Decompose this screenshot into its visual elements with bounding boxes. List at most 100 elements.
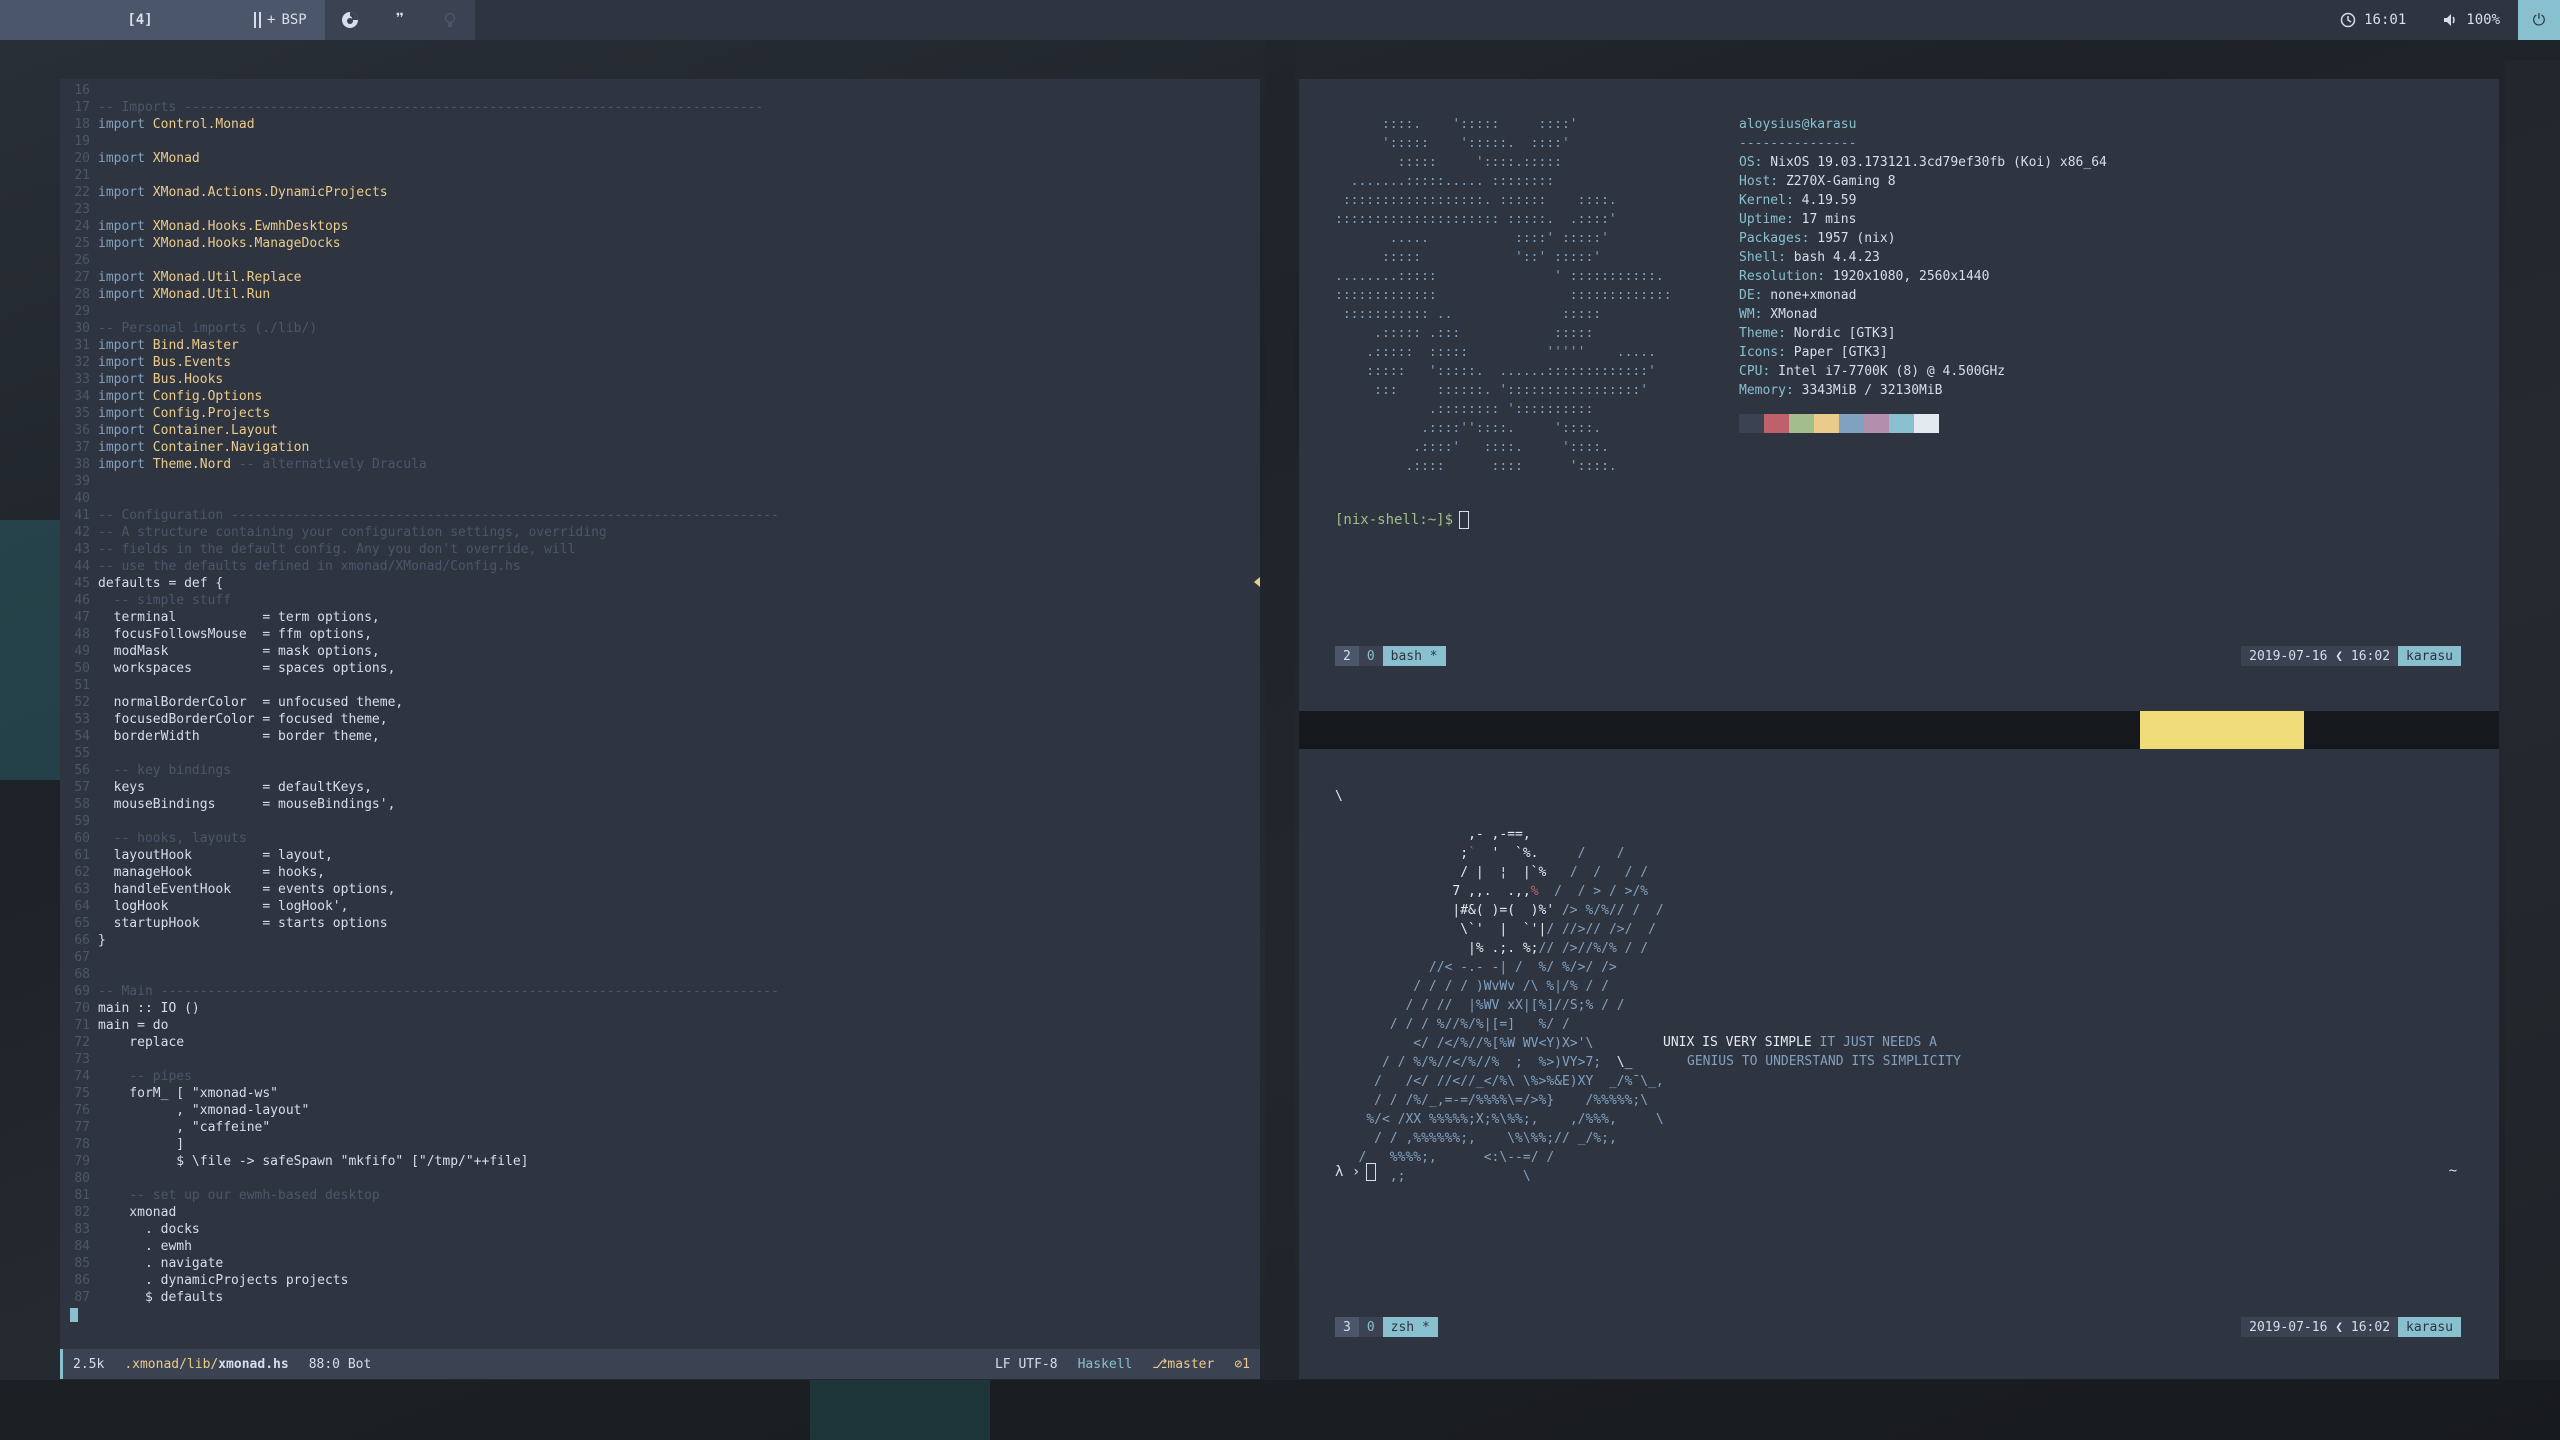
code-line[interactable]: 24 import XMonad.Hooks.EwmhDesktops: [60, 218, 1260, 235]
tmux-pane-index[interactable]: 0: [1358, 1317, 1383, 1337]
code-line[interactable]: 26: [60, 252, 1260, 269]
code-line[interactable]: 82 xmonad: [60, 1204, 1260, 1221]
code-line[interactable]: 75 forM_ [ "xmonad-ws": [60, 1085, 1260, 1102]
code-line[interactable]: 72 replace: [60, 1034, 1260, 1051]
code-line[interactable]: 23: [60, 201, 1260, 218]
code-line[interactable]: 36 import Container.Layout: [60, 422, 1260, 439]
code-line[interactable]: 83 . docks: [60, 1221, 1260, 1238]
layout-indicator[interactable]: + BSP: [240, 0, 325, 40]
code-line[interactable]: 37 import Container.Navigation: [60, 439, 1260, 456]
code-line[interactable]: 54 borderWidth = border theme,: [60, 728, 1260, 745]
tmux-window-name[interactable]: bash *: [1382, 646, 1446, 666]
terminal-zsh[interactable]: \ ,- ,-==, ;` ' `%. / / / | ¦ |`% / / / …: [1299, 749, 2499, 1379]
code-line[interactable]: 53 focusedBorderColor = focused theme,: [60, 711, 1260, 728]
code-line[interactable]: 81 -- set up our ewmh-based desktop: [60, 1187, 1260, 1204]
code-line[interactable]: 71 main = do: [60, 1017, 1260, 1034]
code-line[interactable]: 44 -- use the defaults defined in xmonad/…: [60, 558, 1260, 575]
code-line[interactable]: 52 normalBorderColor = unfocused theme,: [60, 694, 1260, 711]
code-line[interactable]: 29: [60, 303, 1260, 320]
code-line[interactable]: 38 import Theme.Nord -- alternatively Dra…: [60, 456, 1260, 473]
workspace-2[interactable]: 2: [40, 12, 80, 28]
code-line[interactable]: 79 $ \file -> safeSpawn "mkfifo" ["/tmp/…: [60, 1153, 1260, 1170]
code-line[interactable]: 17 -- Imports ---------------------------…: [60, 99, 1260, 116]
code-line[interactable]: 57 keys = defaultKeys,: [60, 779, 1260, 796]
code-line[interactable]: 47 terminal = term options,: [60, 609, 1260, 626]
workspace-5[interactable]: 5: [160, 12, 200, 28]
code-line[interactable]: 32 import Bus.Events: [60, 354, 1260, 371]
code-line[interactable]: 21: [60, 167, 1260, 184]
code-line[interactable]: 58 mouseBindings = mouseBindings',: [60, 796, 1260, 813]
code-line[interactable]: 50 workspaces = spaces options,: [60, 660, 1260, 677]
code-line[interactable]: 77 , "caffeine": [60, 1119, 1260, 1136]
shell-prompt[interactable]: [nix-shell:~]$: [1335, 511, 1470, 529]
workspace-6[interactable]: 6: [200, 12, 240, 28]
code-line[interactable]: 85 . navigate: [60, 1255, 1260, 1272]
workspace-1[interactable]: 1: [0, 12, 40, 28]
code-line[interactable]: 60 -- hooks, layouts: [60, 830, 1260, 847]
lightbulb-icon[interactable]: [425, 0, 475, 40]
volume[interactable]: 100%: [2424, 12, 2518, 28]
code-line[interactable]: 59: [60, 813, 1260, 830]
code-line[interactable]: 51: [60, 677, 1260, 694]
code-line[interactable]: 78 ]: [60, 1136, 1260, 1153]
code-line[interactable]: 19: [60, 133, 1260, 150]
code-line[interactable]: 80: [60, 1170, 1260, 1187]
line-text: -- Personal imports (./lib/): [98, 321, 318, 336]
code-line[interactable]: 30 -- Personal imports (./lib/): [60, 320, 1260, 337]
code-line[interactable]: 68: [60, 966, 1260, 983]
quote-icon[interactable]: ❞: [375, 0, 425, 40]
code-line[interactable]: 76 , "xmonad-layout": [60, 1102, 1260, 1119]
code-line[interactable]: 45 defaults = def {: [60, 575, 1260, 592]
code-line[interactable]: 62 manageHook = hooks,: [60, 864, 1260, 881]
code-line[interactable]: 34 import Config.Options: [60, 388, 1260, 405]
code-line[interactable]: 66}: [60, 932, 1260, 949]
code-line[interactable]: 84 . ewmh: [60, 1238, 1260, 1255]
code-line[interactable]: 65 startupHook = starts options: [60, 915, 1260, 932]
code-line[interactable]: 25 import XMonad.Hooks.ManageDocks: [60, 235, 1260, 252]
tmux-window-index[interactable]: 3: [1335, 1317, 1359, 1337]
code-line[interactable]: 46 -- simple stuff: [60, 592, 1260, 609]
code-line[interactable]: 41 -- Configuration ---------------------…: [60, 507, 1260, 524]
workspace-3[interactable]: 3: [80, 12, 120, 28]
code-line[interactable]: 20 import XMonad: [60, 150, 1260, 167]
code-line[interactable]: 27 import XMonad.Util.Replace: [60, 269, 1260, 286]
code-line[interactable]: 42 -- A structure containing your configu…: [60, 524, 1260, 541]
code-line[interactable]: 28 import XMonad.Util.Run: [60, 286, 1260, 303]
power-button[interactable]: ⏻: [2518, 0, 2560, 40]
zsh-prompt[interactable]: λ ›: [1335, 1163, 1377, 1181]
terminal-neofetch[interactable]: ::::. '::::: ::::' '::::: ':::::. ::::' …: [1299, 79, 2499, 711]
code-line[interactable]: 16: [60, 82, 1260, 99]
workspace-4[interactable]: [4]: [120, 12, 160, 28]
code-line[interactable]: 55: [60, 745, 1260, 762]
code-line[interactable]: 64 logHook = logHook',: [60, 898, 1260, 915]
code-line[interactable]: 18 import Control.Monad: [60, 116, 1260, 133]
code-line[interactable]: 22 import XMonad.Actions.DynamicProjects: [60, 184, 1260, 201]
code-line[interactable]: 56 -- key bindings: [60, 762, 1260, 779]
clock[interactable]: 16:01: [2322, 12, 2424, 28]
code-line[interactable]: 43 -- fields in the default config. Any y…: [60, 541, 1260, 558]
code-line[interactable]: 73: [60, 1051, 1260, 1068]
code-line[interactable]: 61 layoutHook = layout,: [60, 847, 1260, 864]
code-line[interactable]: 49 modMask = mask options,: [60, 643, 1260, 660]
tmux-pane-index[interactable]: 0: [1358, 646, 1383, 666]
code-line[interactable]: 33 import Bus.Hooks: [60, 371, 1260, 388]
code-area[interactable]: 16 17 -- Imports -------------------------…: [60, 79, 1260, 1322]
code-line[interactable]: 48 focusFollowsMouse = ffm options,: [60, 626, 1260, 643]
code-line[interactable]: 86 . dynamicProjects projects: [60, 1272, 1260, 1289]
code-line[interactable]: 40: [60, 490, 1260, 507]
code-line[interactable]: 63 handleEventHook = events options,: [60, 881, 1260, 898]
code-line[interactable]: 31 import Bind.Master: [60, 337, 1260, 354]
tmux-host: karasu: [2398, 1317, 2461, 1337]
tmux-window-name[interactable]: zsh *: [1382, 1317, 1438, 1337]
code-line[interactable]: 39: [60, 473, 1260, 490]
code-line[interactable]: 87 $ defaults: [60, 1289, 1260, 1306]
code-line[interactable]: 69 -- Main ------------------------------…: [60, 983, 1260, 1000]
code-line[interactable]: 67: [60, 949, 1260, 966]
code-line[interactable]: 35 import Config.Projects: [60, 405, 1260, 422]
editor-window[interactable]: 16 17 -- Imports -------------------------…: [60, 79, 1260, 1379]
info-key: Memory:: [1739, 383, 1794, 398]
firefox-icon[interactable]: [325, 0, 375, 40]
code-line[interactable]: 70 main :: IO (): [60, 1000, 1260, 1017]
tmux-window-index[interactable]: 2: [1335, 646, 1359, 666]
code-line[interactable]: 74 -- pipes: [60, 1068, 1260, 1085]
